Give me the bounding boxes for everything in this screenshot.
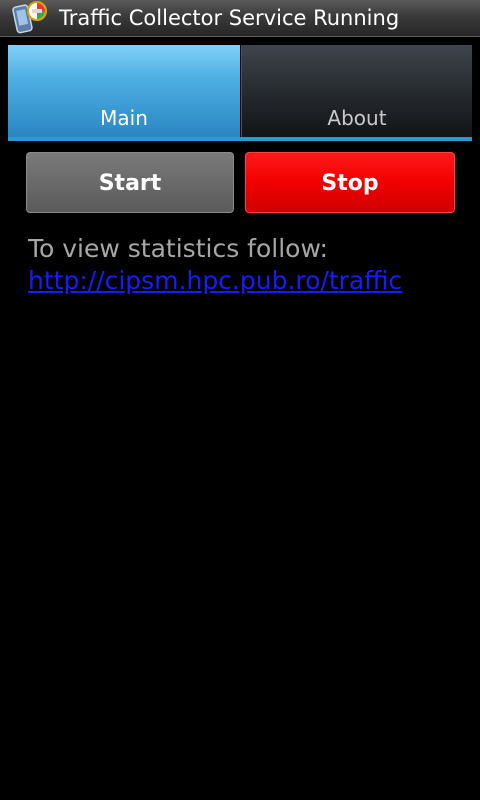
tab-main-label: Main <box>100 106 148 130</box>
app-screen: Traffic Collector Service Running Main A… <box>0 0 480 800</box>
statistics-info-text: To view statistics follow: <box>28 234 328 263</box>
tab-about-label: About <box>327 106 387 130</box>
tab-main[interactable]: Main <box>8 45 240 137</box>
tab-about[interactable]: About <box>241 45 472 137</box>
title-bar: Traffic Collector Service Running <box>0 0 480 37</box>
tab-widget: Main About <box>8 45 472 141</box>
tab-underline-strip <box>8 137 472 141</box>
statistics-link[interactable]: http://cipsm.hpc.pub.ro/traffic <box>28 265 402 296</box>
start-button[interactable]: Start <box>26 152 234 213</box>
traffic-collector-app-icon <box>12 1 47 34</box>
window-title: Traffic Collector Service Running <box>59 6 400 30</box>
stop-button[interactable]: Stop <box>245 152 455 213</box>
